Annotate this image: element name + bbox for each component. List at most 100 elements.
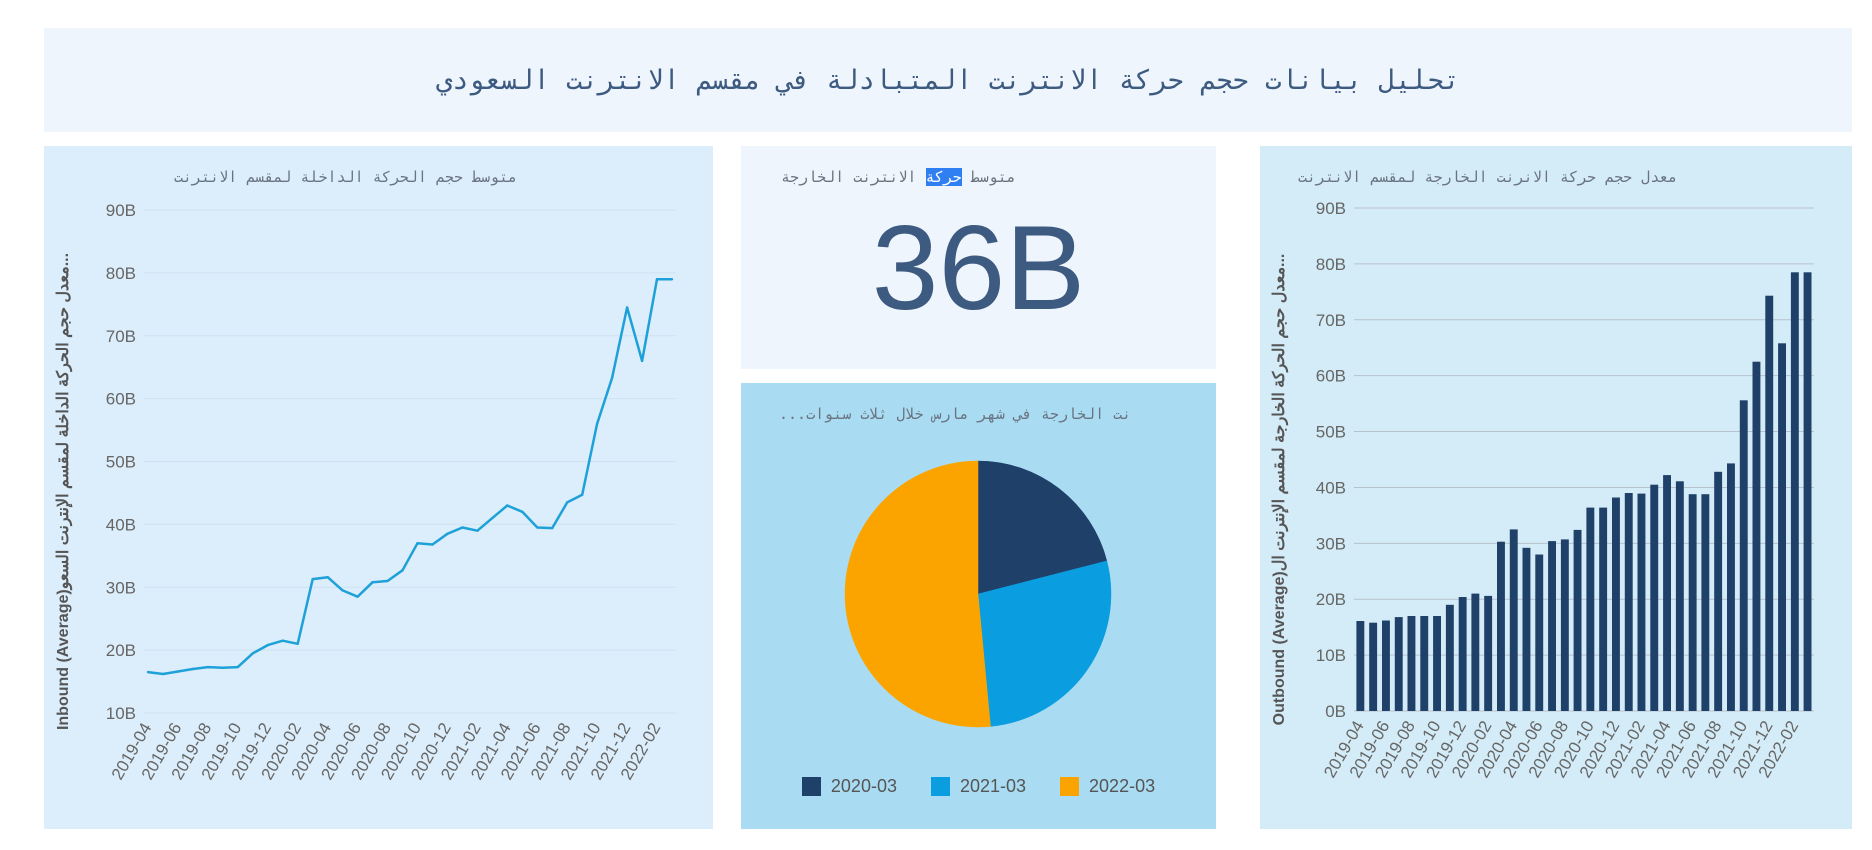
outbound-bar-2021-11 <box>1752 361 1761 711</box>
legend-label-2020-03: 2020-03 <box>830 776 897 796</box>
legend-swatch-2020-03 <box>801 777 821 796</box>
inbound-point-2022-03 <box>670 278 674 281</box>
inbound-point-2020-04 <box>326 576 329 579</box>
kpi-card: متوسط حركة الانترنت الخارجة 36B <box>741 146 1216 369</box>
inbound-y-tick-40b: 40B <box>106 515 136 534</box>
kpi-title: متوسط حركة الانترنت الخارجة <box>781 168 1016 186</box>
outbound-bar-2019-10 <box>1433 616 1441 711</box>
outbound-bar-2021-10 <box>1739 400 1748 711</box>
outbound-bar-2020-12 <box>1612 497 1620 711</box>
outbound-bar-2019-06 <box>1382 620 1390 711</box>
dashboard-header: تحليل بيانات حجم حركة الانترنت المتبادلة… <box>44 28 1852 132</box>
outbound-y-tick-50b: 50B <box>1316 423 1346 442</box>
legend-item-2021-03: 2021-03 <box>930 776 1027 797</box>
inbound-point-2021-08 <box>566 501 569 504</box>
outbound-bar-2019-11 <box>1445 604 1454 711</box>
outbound-bar-2021-08 <box>1714 471 1723 711</box>
march-pie-chart <box>844 460 1112 728</box>
inbound-point-2020-02 <box>296 642 299 645</box>
inbound-chart-title: متوسط حجم الحركة الداخلة لمقسم الانترنت <box>174 168 518 186</box>
outbound-y-tick-40b: 40B <box>1316 478 1346 497</box>
outbound-bar-chart: 0B10B20B30B40B50B60B70B80B90B2019-042019… <box>1271 199 1814 781</box>
inbound-line-chart-panel: متوسط حجم الحركة الداخلة لمقسم الانترنت … <box>44 146 713 829</box>
outbound-bar-2021-12 <box>1765 295 1774 711</box>
outbound-y-tick-60b: 60B <box>1316 367 1346 386</box>
inbound-point-2021-02 <box>476 529 479 532</box>
outbound-bar-2020-04 <box>1509 529 1518 711</box>
inbound-point-2021-09 <box>581 493 584 496</box>
outbound-bar-chart-panel: معدل حجم حركة الانرنت الخارجة لمقسم الان… <box>1260 146 1852 829</box>
inbound-point-2021-04 <box>506 504 509 507</box>
kpi-title-before: متوسط <box>961 168 1016 186</box>
legend-label-2021-03: 2021-03 <box>959 776 1027 796</box>
inbound-point-2019-09 <box>221 666 225 669</box>
inbound-point-2020-09 <box>401 569 404 572</box>
inbound-point-2020-10 <box>416 542 419 545</box>
outbound-bar-2019-08 <box>1407 616 1416 711</box>
outbound-bar-2021-01 <box>1624 493 1633 711</box>
outbound-bar-2020-08 <box>1560 539 1569 711</box>
outbound-y-axis-label: Outbound (Average)معدل حجم الحركة الخارج… <box>1271 254 1289 726</box>
inbound-y-axis-label: Inbound (Average)معدل حجم الحركة الداخلة… <box>55 253 73 730</box>
legend-label-2022-03: 2022-03 <box>1089 776 1156 796</box>
inbound-y-tick-80b: 80B <box>106 264 136 283</box>
outbound-bar-2019-12 <box>1458 597 1467 711</box>
kpi-title-after: الانترنت الخارجة <box>781 168 926 186</box>
inbound-point-2020-03 <box>311 577 314 581</box>
kpi-value: 36B <box>871 201 1086 335</box>
inbound-point-2019-07 <box>191 667 195 671</box>
inbound-point-2020-06 <box>356 595 359 598</box>
inbound-point-2019-06 <box>176 670 180 673</box>
outbound-y-tick-20b: 20B <box>1316 590 1346 609</box>
legend-swatch-2022-03 <box>1060 777 1080 796</box>
outbound-bar-2020-09 <box>1573 529 1582 711</box>
inbound-point-2020-05 <box>341 589 344 592</box>
inbound-point-2019-04 <box>146 670 150 674</box>
inbound-point-2021-05 <box>521 510 524 513</box>
inbound-point-2019-12 <box>266 643 269 647</box>
outbound-y-tick-30b: 30B <box>1316 534 1346 553</box>
inbound-point-2019-11 <box>251 652 254 655</box>
inbound-y-tick-50b: 50B <box>106 453 136 472</box>
inbound-point-2020-07 <box>371 581 374 584</box>
outbound-chart-title: معدل حجم حركة الانرنت الخارجة لمقسم الان… <box>1298 168 1678 186</box>
outbound-bar-2020-05 <box>1522 547 1531 711</box>
outbound-y-tick-10b: 10B <box>1316 646 1346 665</box>
outbound-bar-2020-10 <box>1586 507 1595 711</box>
page-title: تحليل بيانات حجم حركة الانترنت المتبادلة… <box>435 64 1461 96</box>
legend-item-2022-03: 2022-03 <box>1060 776 1155 797</box>
inbound-point-2019-08 <box>206 665 210 669</box>
outbound-bar-2020-01 <box>1471 593 1480 711</box>
outbound-bar-2021-07 <box>1701 494 1710 711</box>
outbound-bar-2022-03 <box>1803 272 1812 711</box>
outbound-bar-2021-03 <box>1650 484 1659 711</box>
inbound-y-tick-30b: 30B <box>106 578 136 597</box>
inbound-y-tick-20b: 20B <box>106 641 136 660</box>
pie-legend: 2020-03 2021-03 2022-03 <box>741 776 1216 797</box>
outbound-bar-2020-07 <box>1548 541 1556 711</box>
inbound-point-2019-05 <box>161 672 165 676</box>
inbound-point-2021-01 <box>461 526 464 529</box>
outbound-bar-2020-11 <box>1599 507 1608 711</box>
inbound-series-line <box>147 277 672 676</box>
inbound-point-2021-10 <box>595 422 599 425</box>
outbound-bar-2019-09 <box>1420 616 1429 711</box>
outbound-bar-2019-05 <box>1369 622 1378 711</box>
outbound-y-tick-0b: 0B <box>1325 702 1346 721</box>
outbound-bar-2020-02 <box>1484 595 1493 711</box>
legend-item-2020-03: 2020-03 <box>801 776 897 797</box>
inbound-point-2019-10 <box>236 665 239 669</box>
legend-swatch-2021-03 <box>930 777 950 796</box>
outbound-y-tick-80b: 80B <box>1316 255 1346 274</box>
inbound-point-2021-12 <box>625 306 629 309</box>
inbound-point-2020-01 <box>281 639 284 642</box>
inbound-line-chart: 10B20B30B40B50B60B70B80B90B2019-042019-0… <box>55 201 676 783</box>
outbound-bar-2022-02 <box>1790 272 1799 711</box>
outbound-y-tick-90b: 90B <box>1316 199 1346 218</box>
inbound-y-tick-10b: 10B <box>106 704 136 723</box>
outbound-bar-2020-03 <box>1497 541 1505 711</box>
kpi-title-highlight: حركة <box>925 168 962 186</box>
inbound-point-2020-11 <box>431 543 434 546</box>
pie-slice-2022-03 <box>844 460 991 728</box>
inbound-point-2020-08 <box>386 579 389 583</box>
